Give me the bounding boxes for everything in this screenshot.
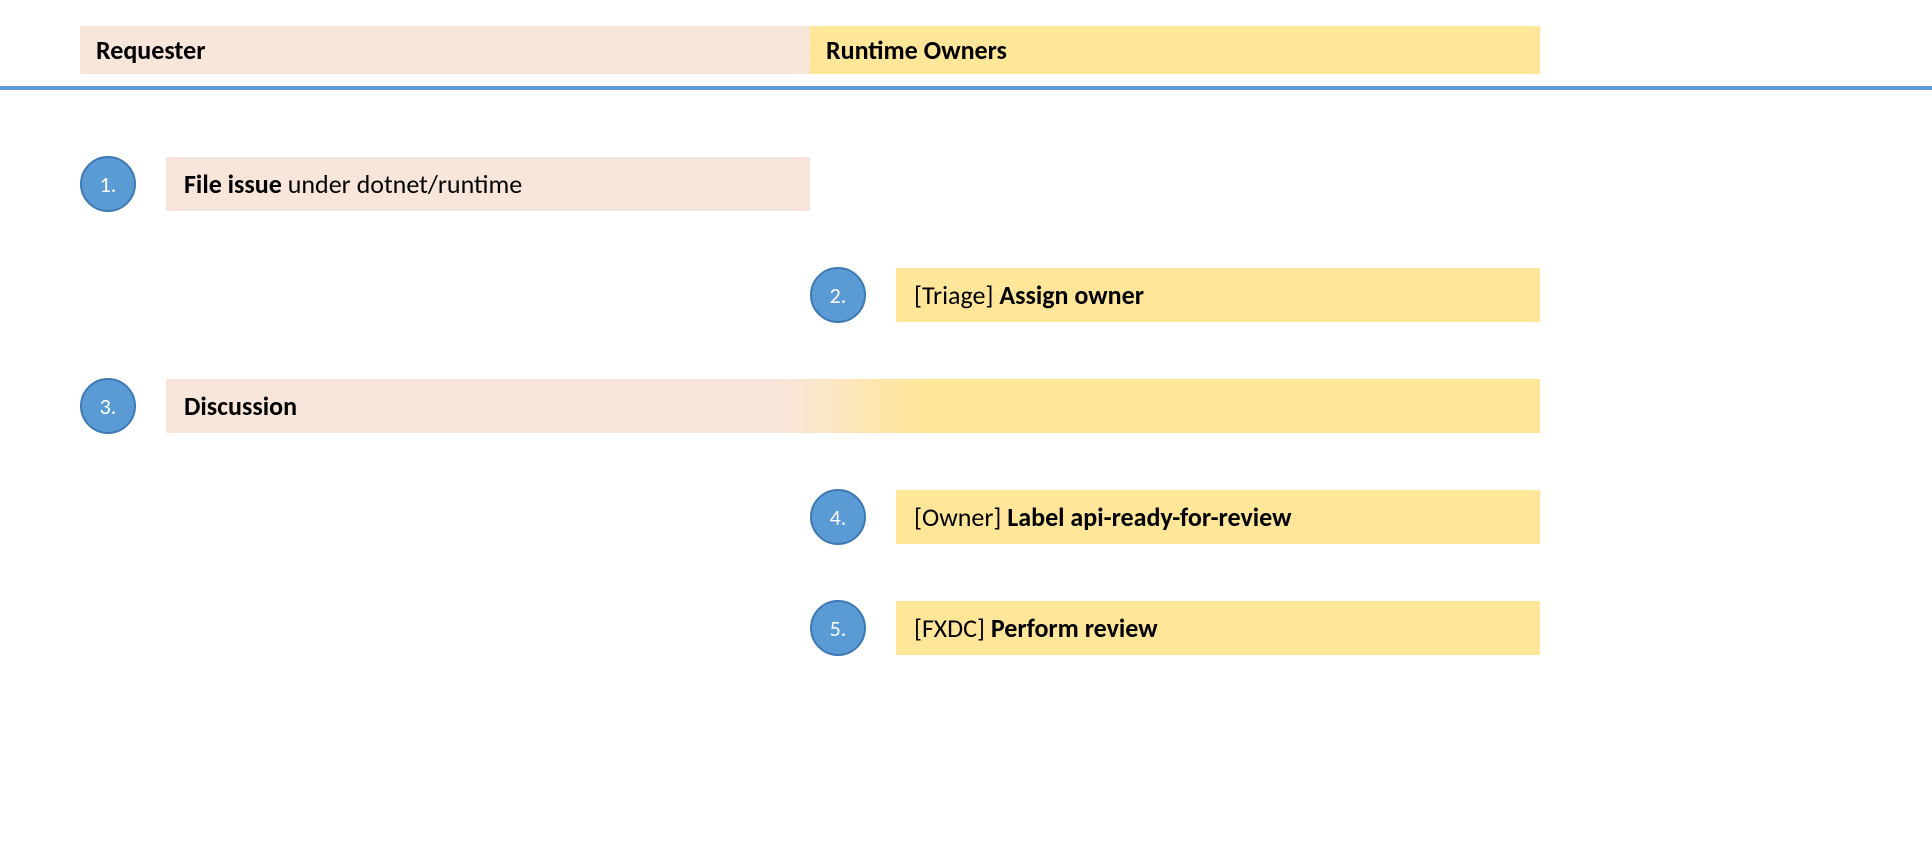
step-3-number: 3.: [100, 393, 117, 420]
header-divider: [0, 86, 1932, 90]
step-3-text: Discussion: [184, 390, 297, 422]
step-1-bold: File issue: [184, 168, 282, 200]
step-5-badge: 5.: [810, 600, 866, 656]
step-1-badge: 1.: [80, 156, 136, 212]
step-5-bold: Perform review: [991, 612, 1158, 644]
diagram-canvas: Requester Runtime Owners 1. File issue u…: [0, 0, 1932, 842]
step-4-bar: [Owner] Label api-ready-for-review: [896, 490, 1540, 544]
step-5-text: [FXDC] Perform review: [914, 612, 1158, 644]
step-2-text: [Triage] Assign owner: [914, 279, 1144, 311]
step-5-bar: [FXDC] Perform review: [896, 601, 1540, 655]
step-2-bold: Assign owner: [999, 279, 1144, 311]
step-2-number: 2.: [830, 282, 847, 309]
step-3-bar: Discussion: [166, 379, 1540, 433]
step-1-number: 1.: [100, 171, 117, 198]
column-header-requester: Requester: [80, 26, 810, 74]
column-header-requester-label: Requester: [96, 34, 205, 66]
step-5-number: 5.: [830, 615, 847, 642]
step-1-text: File issue under dotnet/runtime: [184, 168, 522, 200]
step-1-bar: File issue under dotnet/runtime: [166, 157, 810, 211]
step-4-prefix: [Owner]: [914, 501, 1007, 533]
step-3-bold: Discussion: [184, 390, 297, 422]
step-2-bar: [Triage] Assign owner: [896, 268, 1540, 322]
column-header-runtime-owners: Runtime Owners: [810, 26, 1540, 74]
step-1-rest: under dotnet/runtime: [282, 168, 522, 200]
step-4-text: [Owner] Label api-ready-for-review: [914, 501, 1291, 533]
step-4-badge: 4.: [810, 489, 866, 545]
step-2-prefix: [Triage]: [914, 279, 999, 311]
step-3-badge: 3.: [80, 378, 136, 434]
step-2-badge: 2.: [810, 267, 866, 323]
column-header-runtime-owners-label: Runtime Owners: [826, 34, 1007, 66]
step-4-number: 4.: [830, 504, 847, 531]
step-5-prefix: [FXDC]: [914, 612, 991, 644]
step-4-bold: Label api-ready-for-review: [1007, 501, 1291, 533]
